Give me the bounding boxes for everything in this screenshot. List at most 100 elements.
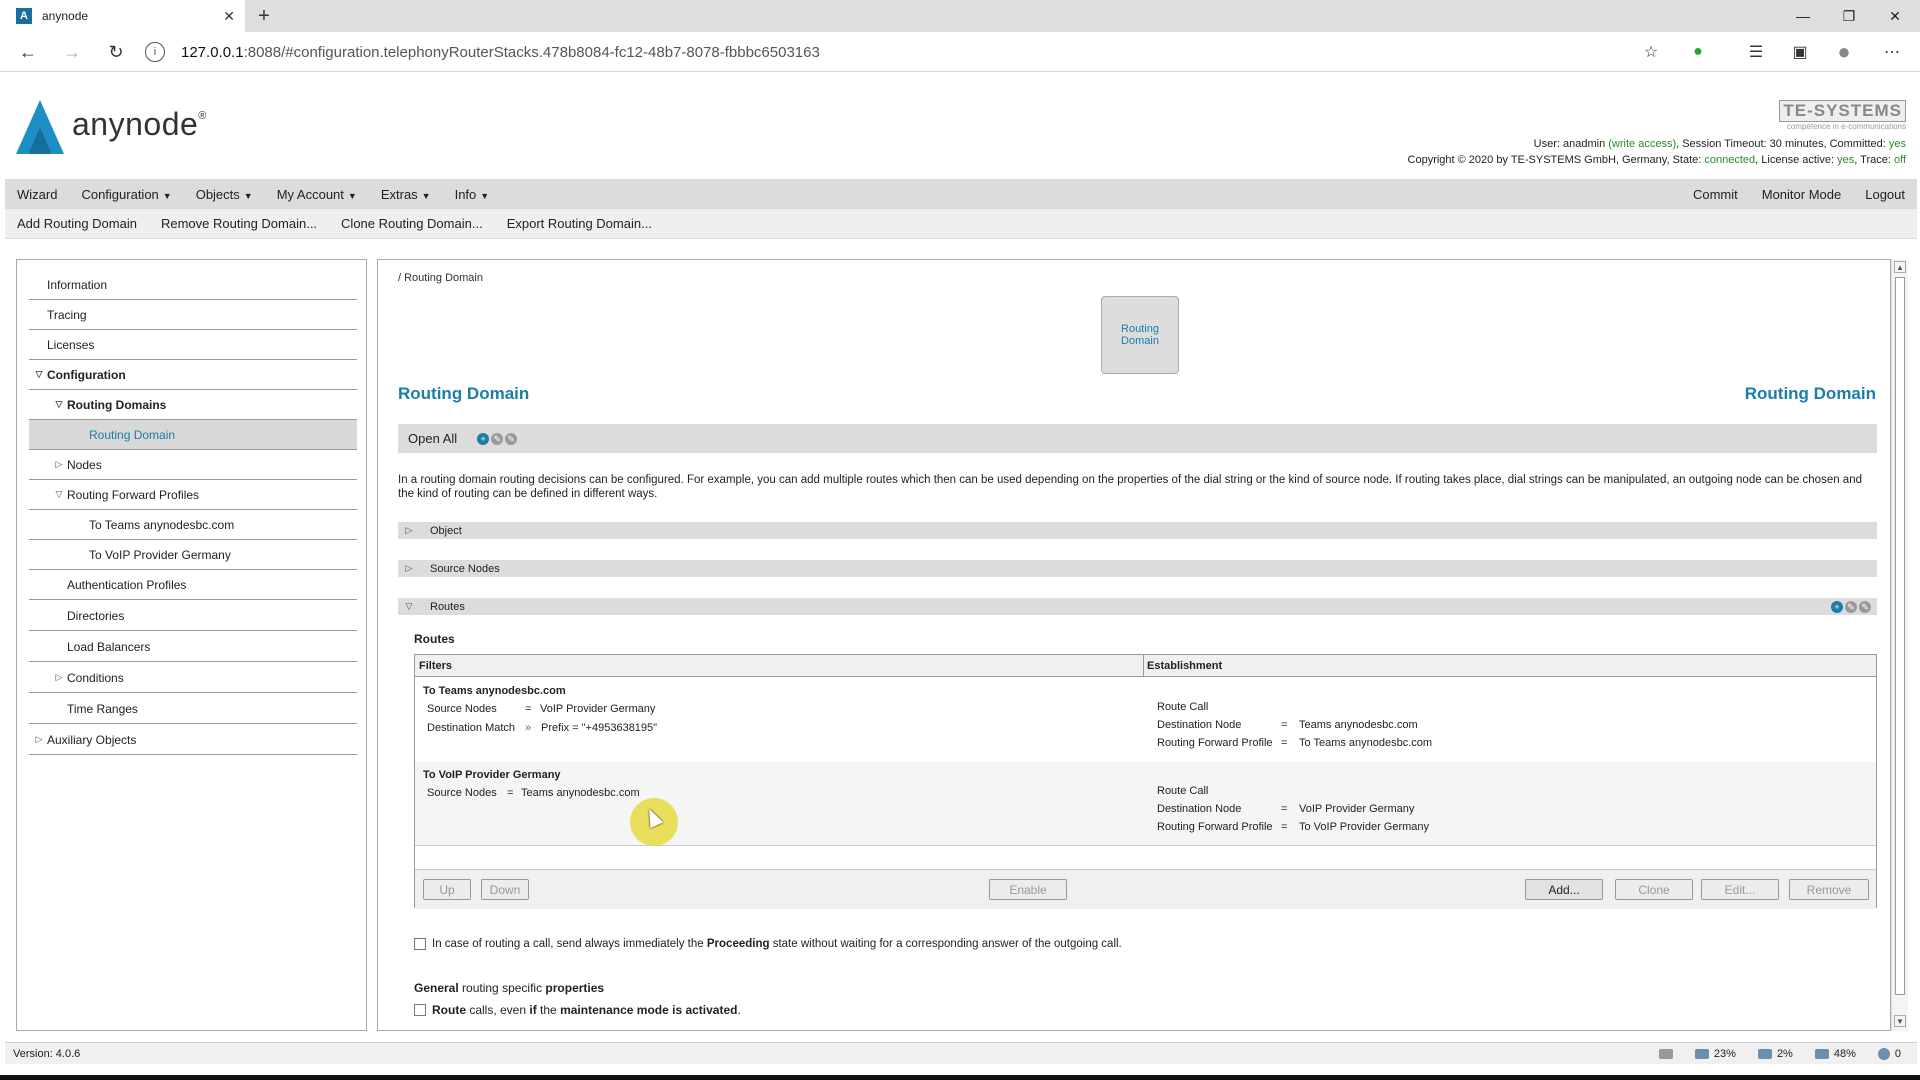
menu-objects[interactable]: Objects ▼: [184, 187, 265, 202]
grammarly-icon[interactable]: ●: [1684, 38, 1712, 66]
establishment-value: VoIP Provider Germany: [1299, 803, 1415, 815]
scroll-thumb[interactable]: [1895, 277, 1905, 995]
add-circle-icon[interactable]: +: [477, 432, 490, 445]
enable-button[interactable]: Enable: [989, 879, 1067, 900]
add-routing-domain-button[interactable]: Add Routing Domain: [5, 216, 149, 231]
up-button[interactable]: Up: [423, 879, 471, 900]
down-button[interactable]: Down: [481, 879, 529, 900]
tree-item-time-ranges[interactable]: Time Ranges: [29, 694, 357, 724]
version-label: Version: 4.0.6: [13, 1047, 81, 1060]
scroll-down-icon[interactable]: ▼: [1894, 1015, 1906, 1027]
table-header: Filters Establishment: [415, 655, 1876, 677]
collapsed-triangle-icon[interactable]: ▷: [31, 734, 47, 745]
tree-item-configuration[interactable]: ▽ Configuration: [29, 360, 357, 390]
collections-icon[interactable]: ▣: [1786, 38, 1814, 66]
tree-item-to-voip-provider[interactable]: To VoIP Provider Germany: [29, 540, 357, 570]
section-routes[interactable]: ▽ Routes + ✎ ✎: [398, 598, 1877, 615]
column-filters: Filters: [419, 660, 453, 672]
reload-icon[interactable]: ↻: [100, 36, 132, 68]
edit-circle-icon[interactable]: ✎: [1845, 600, 1857, 613]
restore-icon[interactable]: ❐: [1826, 0, 1872, 32]
site-info-icon[interactable]: i: [145, 42, 165, 62]
section-object[interactable]: ▷ Object: [398, 522, 1877, 539]
main-menu: Wizard Configuration ▼ Objects ▼ My Accoun…: [5, 179, 1917, 209]
section-source-nodes[interactable]: ▷ Source Nodes: [398, 560, 1877, 577]
favorites-list-icon[interactable]: ☰: [1742, 38, 1770, 66]
tree-item-tracing[interactable]: Tracing: [29, 300, 357, 330]
tree-item-routing-domains[interactable]: ▽ Routing Domains: [29, 390, 357, 420]
clone-route-button[interactable]: Clone: [1615, 879, 1693, 900]
favorite-star-icon[interactable]: ☆: [1637, 38, 1665, 66]
menu-info[interactable]: Info ▼: [443, 187, 502, 202]
te-logo-text: TE-SYSTEMS: [1779, 100, 1906, 122]
disk-icon: [1814, 1048, 1829, 1059]
tree-item-routing-domain[interactable]: Routing Domain: [29, 420, 357, 450]
tree-item-load-balancers[interactable]: Load Balancers: [29, 632, 357, 662]
remove-circle-icon[interactable]: ✎: [505, 432, 518, 445]
caret-down-icon: ▼: [421, 190, 431, 201]
menu-commit[interactable]: Commit: [1681, 187, 1750, 202]
scroll-up-icon[interactable]: ▲: [1894, 261, 1906, 273]
navigation-tree: Information Tracing Licenses ▽ Configurat…: [16, 259, 367, 1031]
filter-op: =: [507, 787, 514, 799]
tree-item-auxiliary-objects[interactable]: ▷ Auxiliary Objects: [29, 725, 357, 755]
proceeding-option[interactable]: In case of routing a call, send always i…: [414, 938, 1122, 950]
expanded-triangle-icon[interactable]: ▽: [398, 601, 420, 612]
establishment-key: Destination Node: [1157, 803, 1242, 815]
menu-configuration[interactable]: Configuration ▼: [69, 187, 183, 202]
expanded-triangle-icon[interactable]: ▽: [31, 369, 47, 380]
browser-tab[interactable]: A anynode ✕: [0, 0, 245, 32]
route-name: To VoIP Provider Germany: [423, 769, 561, 781]
main-scrollbar[interactable]: ▲ ▼: [1891, 259, 1908, 1031]
menu-extras[interactable]: Extras ▼: [369, 187, 443, 202]
remove-routing-domain-button[interactable]: Remove Routing Domain...: [149, 216, 329, 231]
edit-route-button[interactable]: Edit...: [1701, 879, 1779, 900]
new-tab-icon[interactable]: +: [252, 4, 276, 28]
url-path: :8088/#configuration.telephonyRouterStac…: [243, 43, 820, 61]
add-circle-icon[interactable]: +: [1831, 600, 1843, 613]
export-routing-domain-button[interactable]: Export Routing Domain...: [495, 216, 664, 231]
open-all-button[interactable]: Open All: [408, 431, 457, 446]
tree-item-information[interactable]: Information: [29, 270, 357, 300]
menu-monitor-mode[interactable]: Monitor Mode: [1750, 187, 1853, 202]
establishment-op: =: [1281, 737, 1288, 749]
maintenance-mode-option[interactable]: Route calls, even if the maintenance mod…: [414, 1003, 741, 1017]
collapsed-triangle-icon[interactable]: ▷: [51, 672, 67, 683]
menu-logout[interactable]: Logout: [1853, 187, 1917, 202]
remove-route-button[interactable]: Remove: [1789, 879, 1869, 900]
url-field[interactable]: i 127.0.0.1:8088/#configuration.telephon…: [145, 37, 1645, 67]
forward-icon[interactable]: →: [56, 36, 88, 68]
collapsed-triangle-icon[interactable]: ▷: [51, 459, 67, 470]
clone-routing-domain-button[interactable]: Clone Routing Domain...: [329, 216, 495, 231]
tree-item-conditions[interactable]: ▷ Conditions: [29, 663, 357, 693]
collapsed-triangle-icon[interactable]: ▷: [398, 525, 420, 536]
tree-item-to-teams[interactable]: To Teams anynodesbc.com: [29, 510, 357, 540]
open-all-bar: Open All + ✎ ✎: [398, 424, 1877, 453]
tree-item-directories[interactable]: Directories: [29, 601, 357, 631]
maintenance-checkbox[interactable]: [414, 1004, 426, 1016]
edit-circle-icon[interactable]: ✎: [491, 432, 504, 445]
expanded-triangle-icon[interactable]: ▽: [51, 489, 67, 500]
cpu-indicator: 23%: [1694, 1048, 1736, 1060]
table-row[interactable]: To Teams anynodesbc.com Source Nodes = V…: [415, 677, 1876, 761]
more-menu-icon[interactable]: ⋯: [1878, 38, 1906, 66]
expanded-triangle-icon[interactable]: ▽: [51, 399, 67, 410]
tree-item-authentication-profiles[interactable]: Authentication Profiles: [29, 570, 357, 600]
session-status: User: anadmin (write access), Session Ti…: [1533, 138, 1906, 150]
menu-wizard[interactable]: Wizard: [5, 187, 69, 202]
main-panel: [377, 259, 1891, 1031]
menu-my-account[interactable]: My Account ▼: [265, 187, 369, 202]
profile-avatar-icon[interactable]: ●: [1830, 38, 1858, 66]
back-icon[interactable]: ←: [12, 36, 44, 68]
filter-value: Teams anynodesbc.com: [521, 787, 640, 799]
close-tab-icon[interactable]: ✕: [223, 8, 235, 25]
add-route-button[interactable]: Add...: [1525, 879, 1603, 900]
proceeding-checkbox[interactable]: [414, 938, 426, 950]
tree-item-routing-forward-profiles[interactable]: ▽ Routing Forward Profiles: [29, 480, 357, 510]
minimize-icon[interactable]: —: [1780, 0, 1826, 32]
remove-circle-icon[interactable]: ✎: [1859, 600, 1871, 613]
collapsed-triangle-icon[interactable]: ▷: [398, 563, 420, 574]
close-window-icon[interactable]: ✕: [1872, 0, 1918, 32]
tree-item-licenses[interactable]: Licenses: [29, 330, 357, 360]
tree-item-nodes[interactable]: ▷ Nodes: [29, 450, 357, 480]
